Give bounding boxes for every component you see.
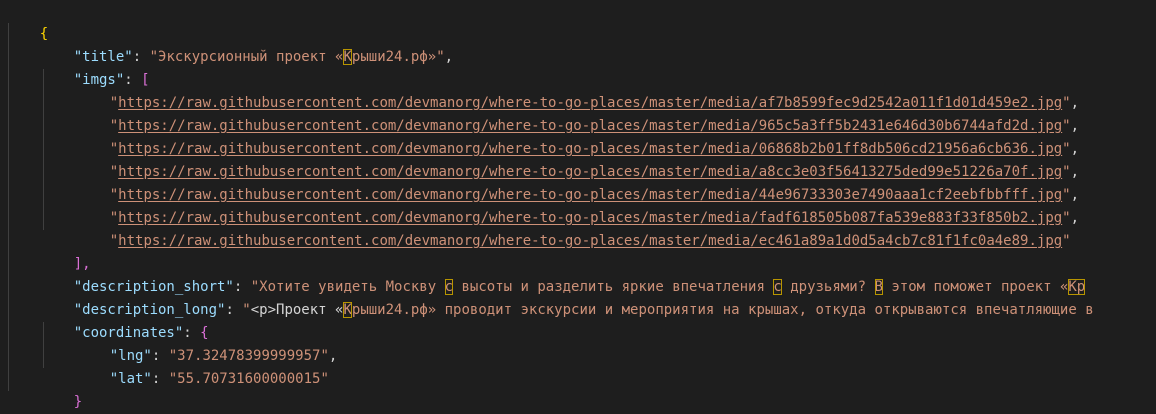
code-line-imgs: "imgs": [ <box>40 46 150 88</box>
img-url-line: "https://raw.githubusercontent.com/devma… <box>109 141 1080 157</box>
unicode-highlight: К <box>343 49 352 65</box>
unicode-highlight: К <box>343 302 352 318</box>
coordinates-close-brace: } <box>73 394 83 410</box>
lat-value: "55.70731600000015" <box>168 371 329 387</box>
img-url-line: "https://raw.githubusercontent.com/devma… <box>109 187 1080 203</box>
img-url-line: "https://raw.githubusercontent.com/devma… <box>109 164 1080 180</box>
code-line: { <box>6 0 48 42</box>
img-url-line: "https://raw.githubusercontent.com/devma… <box>109 118 1080 134</box>
indent-guide <box>8 23 9 391</box>
key-lat: "lat" <box>109 371 152 387</box>
code-line-lng: "lng": "37.32478399999957", <box>109 348 338 364</box>
code-line-coordinates: "coordinates": { <box>73 325 209 341</box>
comma: , <box>444 49 454 65</box>
code-line: } <box>6 391 48 414</box>
title-value: "Экскурсионный проект «Крыши24.рф»" <box>149 49 445 65</box>
code-line-description-long: "description_long": "<p>Проект «Крыши24.… <box>73 302 1094 318</box>
code-line-lat: "lat": "55.70731600000015" <box>109 371 329 387</box>
img-url-line: "https://raw.githubusercontent.com/devma… <box>109 233 1071 249</box>
img-url-line: "https://raw.githubusercontent.com/devma… <box>109 95 1080 111</box>
code-editor[interactable]: { "title": "Экскурсионный проект «Крыши2… <box>0 0 1156 414</box>
code-line-title: "title": "Экскурсионный проект «Крыши24.… <box>40 23 453 65</box>
img-url-line: "https://raw.githubusercontent.com/devma… <box>109 210 1080 226</box>
code-line: ], <box>40 230 91 272</box>
description-long-value: "<p>Проект «Крыши24.рф» проводит экскурс… <box>242 302 1094 318</box>
code-line: } <box>40 368 82 410</box>
code-line-description-short: "description_short": "Хотите увидеть Мос… <box>73 279 1086 295</box>
img-url-link[interactable]: https://raw.githubusercontent.com/devman… <box>118 233 1062 249</box>
